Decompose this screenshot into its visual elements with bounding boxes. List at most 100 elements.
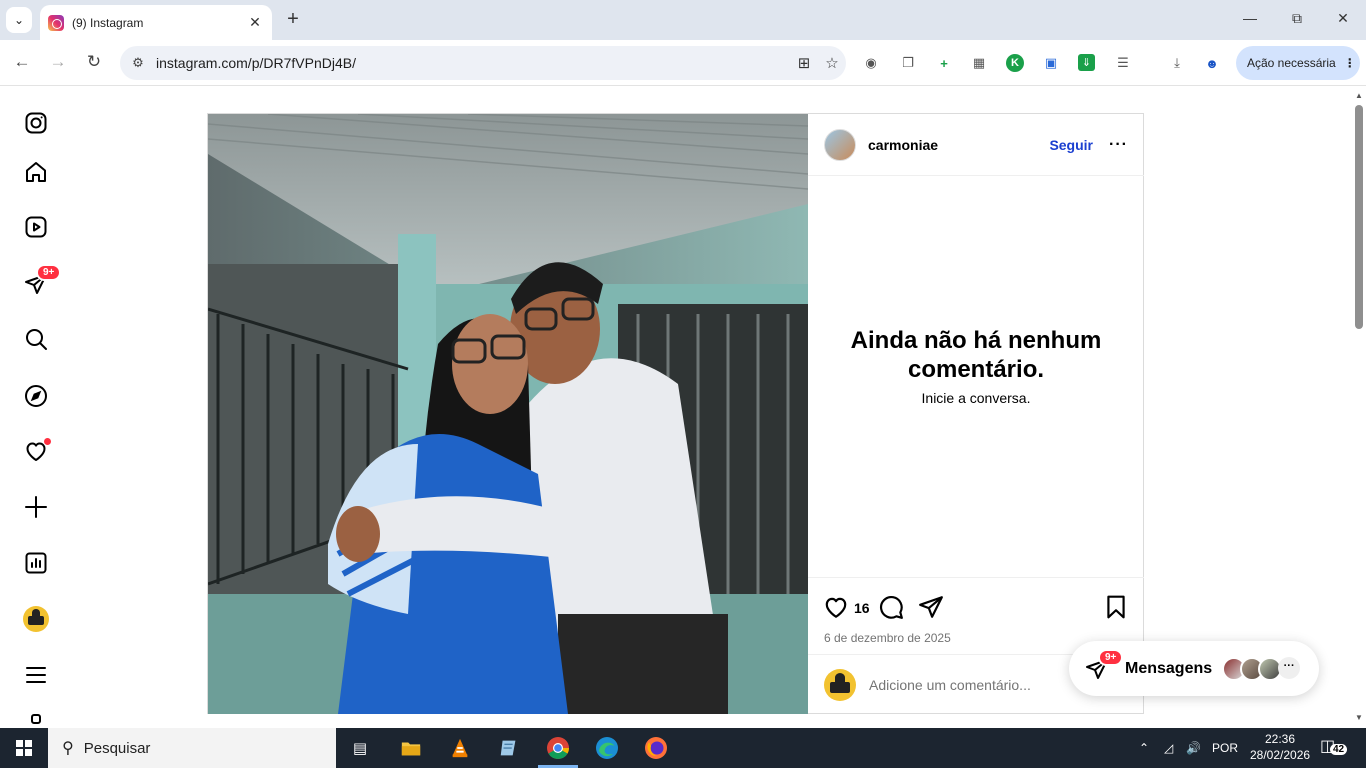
task-view-icon[interactable]: ▤ xyxy=(346,734,374,762)
install-app-icon[interactable]: ⊞ xyxy=(790,54,818,72)
notification-dot xyxy=(43,437,52,446)
save-extension-icon[interactable]: ▣ xyxy=(1040,52,1062,74)
bookmark-star-icon[interactable]: ☆ xyxy=(818,54,846,72)
network-icon[interactable]: ◿ xyxy=(1164,728,1173,768)
language-indicator[interactable]: POR xyxy=(1212,728,1238,768)
home-icon[interactable] xyxy=(22,158,50,186)
more-menu-icon[interactable] xyxy=(22,661,50,689)
instagram-sidebar: 9+ xyxy=(0,87,72,728)
post-dialog: carmoniae Seguir ··· Ainda não há nenhum… xyxy=(207,113,1144,714)
tab-title: (9) Instagram xyxy=(72,15,144,30)
more-options-icon[interactable]: ··· xyxy=(1109,136,1128,154)
file-explorer-icon[interactable] xyxy=(397,734,425,762)
forward-arrow-icon[interactable]: → xyxy=(47,52,69,72)
scroll-thumb[interactable] xyxy=(1355,105,1363,329)
address-bar[interactable]: ⚙ instagram.com/p/DR7fVPnDj4B/ ⊞ ☆ xyxy=(120,46,846,80)
clock-time: 22:36 xyxy=(1264,732,1296,746)
empty-comments-title: Ainda não há nenhum comentário. xyxy=(850,327,1102,383)
comment-bubble-icon[interactable] xyxy=(878,594,904,620)
profile-avatar[interactable] xyxy=(22,605,50,633)
search-icon: ⚲ xyxy=(62,740,74,757)
downloads-icon[interactable]: ⤓ xyxy=(1166,52,1188,74)
dashboard-chart-icon[interactable] xyxy=(22,549,50,577)
post-photo[interactable] xyxy=(208,114,808,714)
action-needed-button[interactable]: Ação necessária ⋮ xyxy=(1236,46,1360,80)
tab-search-button[interactable]: ⌄ xyxy=(6,7,32,33)
more-conversations-icon: ··· xyxy=(1278,656,1301,679)
camera-extension-icon[interactable]: ◉ xyxy=(860,52,882,74)
create-plus-icon[interactable] xyxy=(22,493,50,521)
browser-tabstrip: ⌄ (9) Instagram ✕ + — ⧉ ✕ xyxy=(0,0,1366,40)
share-icon[interactable] xyxy=(918,594,944,620)
messages-send-icon: 9+ xyxy=(1085,648,1124,681)
browser-toolbar: ← → ↻ ⚙ instagram.com/p/DR7fVPnDj4B/ ⊞ ☆… xyxy=(0,40,1366,86)
viewer-avatar xyxy=(824,668,856,701)
back-arrow-icon[interactable]: ← xyxy=(11,52,33,72)
plus-extension-icon[interactable]: + xyxy=(933,52,955,74)
tray-overflow-icon[interactable]: ⌃ xyxy=(1139,728,1149,768)
clock-date: 28/02/2026 xyxy=(1250,748,1311,762)
close-window-icon[interactable]: ✕ xyxy=(1333,10,1353,27)
taskbar-search-box[interactable]: ⚲ Pesquisar xyxy=(48,728,336,768)
notification-center-icon[interactable]: ◫ 42 xyxy=(1320,736,1350,760)
comment-input[interactable] xyxy=(869,676,1049,693)
direct-messages-icon[interactable]: 9+ xyxy=(22,264,62,298)
messages-badge: 9+ xyxy=(1098,648,1124,666)
chrome-icon[interactable] xyxy=(544,734,572,762)
download-helper-icon[interactable]: ⇓ xyxy=(1078,54,1095,71)
author-avatar[interactable] xyxy=(824,128,856,161)
notifications-badge: 9+ xyxy=(36,264,62,281)
messages-button[interactable]: 9+ Mensagens ··· xyxy=(1069,641,1319,696)
url-text[interactable]: instagram.com/p/DR7fVPnDj4B/ xyxy=(156,55,790,71)
site-info-icon[interactable]: ⚙ xyxy=(120,55,156,71)
volume-icon[interactable]: 🔊 xyxy=(1186,728,1201,768)
profile-avatar-image xyxy=(23,606,49,632)
taskbar-search-placeholder: Pesquisar xyxy=(83,739,151,757)
like-heart-icon[interactable] xyxy=(823,594,849,620)
notification-count-badge: 42 xyxy=(1330,744,1348,755)
windows-logo-icon xyxy=(16,740,32,756)
notes-app-icon[interactable] xyxy=(495,734,523,762)
search-icon[interactable] xyxy=(22,325,50,353)
profile-icon[interactable]: ☻ xyxy=(1201,52,1223,74)
notifications-heart-icon[interactable] xyxy=(22,437,52,465)
browser-tab[interactable]: (9) Instagram ✕ xyxy=(40,5,272,40)
scroll-down-arrow-icon[interactable]: ▼ xyxy=(1352,713,1366,722)
system-clock[interactable]: 22:36 28/02/2026 xyxy=(1250,731,1310,763)
post-date: 6 de dezembro de 2025 xyxy=(824,631,951,645)
windows-taskbar: ⚲ Pesquisar ▤ ⌃ ◿ 🔊 POR 22:36 28/02/2026… xyxy=(0,728,1366,768)
messages-label: Mensagens xyxy=(1125,659,1213,677)
messages-avatars: ··· xyxy=(1222,656,1301,681)
also-from-meta-icon[interactable] xyxy=(22,713,50,728)
like-count[interactable]: 16 xyxy=(854,600,870,616)
action-needed-label: Ação necessária xyxy=(1247,56,1336,70)
author-username[interactable]: carmoniae xyxy=(868,137,1049,153)
instagram-logo-icon[interactable] xyxy=(22,109,50,137)
k-extension-icon[interactable]: K xyxy=(1006,54,1024,72)
trash-extension-icon[interactable]: ▦ xyxy=(968,52,990,74)
extensions-puzzle-icon[interactable]: ☰ xyxy=(1112,52,1134,74)
save-bookmark-icon[interactable] xyxy=(1103,594,1129,620)
menu-dots-icon: ⋮ xyxy=(1343,56,1356,70)
scroll-up-arrow-icon[interactable]: ▲ xyxy=(1352,91,1366,100)
post-header: carmoniae Seguir ··· xyxy=(808,114,1144,176)
vlc-icon[interactable] xyxy=(446,734,474,762)
firefox-icon[interactable] xyxy=(642,734,670,762)
follow-button[interactable]: Seguir xyxy=(1049,137,1093,153)
minimize-window-icon[interactable]: — xyxy=(1240,10,1260,26)
post-photo-illustration xyxy=(208,114,808,714)
explore-compass-icon[interactable] xyxy=(22,382,50,410)
restore-window-icon[interactable]: ⧉ xyxy=(1287,10,1307,27)
empty-comments: Ainda não há nenhum comentário. Inicie a… xyxy=(808,326,1144,406)
reels-icon[interactable] xyxy=(22,213,50,241)
edge-icon[interactable] xyxy=(593,734,621,762)
page-scrollbar[interactable]: ▲ ▼ xyxy=(1352,87,1366,728)
close-tab-icon[interactable]: ✕ xyxy=(244,14,266,31)
start-button[interactable] xyxy=(0,728,48,768)
empty-comments-subtitle: Inicie a conversa. xyxy=(921,390,1031,406)
instagram-favicon-icon xyxy=(48,14,64,31)
new-tab-button[interactable]: + xyxy=(282,8,304,31)
copy-extension-icon[interactable]: ❐ xyxy=(897,52,919,74)
reload-icon[interactable]: ↻ xyxy=(83,52,105,72)
post-side-panel: carmoniae Seguir ··· Ainda não há nenhum… xyxy=(808,114,1144,714)
